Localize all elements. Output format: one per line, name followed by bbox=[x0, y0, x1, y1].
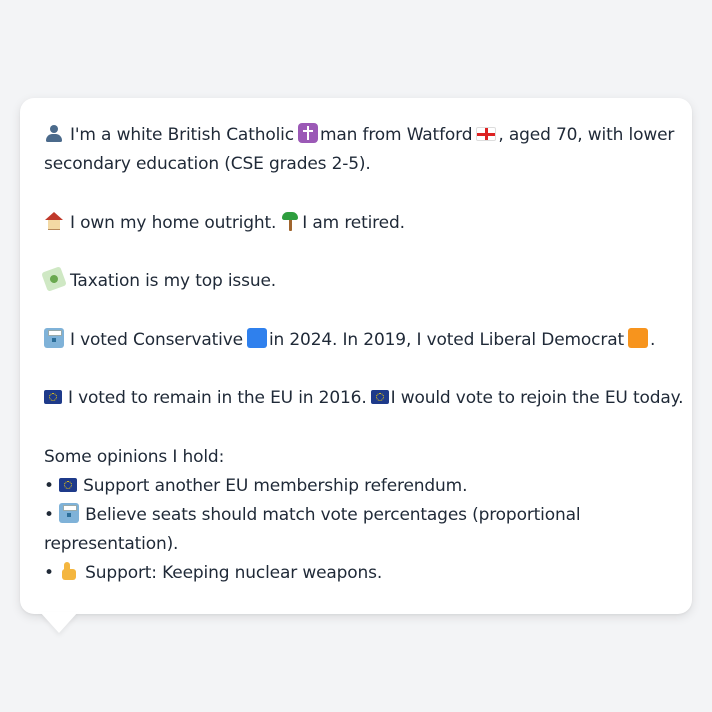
opinion-text: Support another EU membership referendum… bbox=[83, 475, 468, 496]
home-text-2: I am retired. bbox=[302, 212, 405, 233]
bullet: • bbox=[44, 475, 54, 496]
vote-paragraph: I voted Conservative in 2024. In 2019, I … bbox=[44, 326, 680, 355]
ballot-box-icon bbox=[44, 327, 64, 348]
thumbs-up-icon bbox=[59, 561, 79, 581]
eu-flag-icon bbox=[59, 477, 78, 492]
intro-text-3: , aged 70, with lower bbox=[498, 125, 675, 145]
intro-line-1: I'm a white British Catholic man from Wat… bbox=[44, 123, 675, 145]
eu-paragraph: I voted to remain in the EU in 2016. I wo… bbox=[44, 384, 684, 413]
bullet: • bbox=[44, 562, 54, 583]
ballot-box-icon bbox=[59, 502, 80, 523]
bullet: • bbox=[44, 504, 54, 525]
vote-text-2: in 2024. In 2019, I voted Liberal Democr… bbox=[268, 329, 624, 350]
issue-paragraph: Taxation is my top issue. bbox=[41, 266, 680, 296]
intro-text-4: secondary education (CSE grades 2-5). bbox=[44, 154, 371, 174]
opinion-item: • Believe seats should match vote percen… bbox=[44, 501, 680, 530]
eu-flag-icon bbox=[370, 390, 389, 404]
england-flag-icon bbox=[476, 127, 497, 141]
palm-tree-icon bbox=[280, 211, 300, 231]
vote-text-1: I voted Conservative bbox=[70, 329, 243, 350]
latin-cross-icon bbox=[297, 123, 318, 143]
intro-text-2: man from Watford bbox=[319, 125, 473, 145]
opinion-item-continuation: representation). bbox=[44, 533, 179, 554]
eu-flag-icon bbox=[44, 390, 62, 404]
issue-text: Taxation is my top issue. bbox=[70, 271, 277, 291]
home-paragraph: I own my home outright. I am retired. bbox=[44, 209, 680, 238]
eu-text-1: I voted to remain in the EU in 2016. bbox=[68, 388, 367, 408]
money-with-wings-icon bbox=[41, 266, 67, 292]
speech-bubble-tail bbox=[40, 612, 78, 633]
libdem-orange-square-icon bbox=[627, 327, 648, 348]
opinions-heading: Some opinions I hold: bbox=[44, 446, 225, 467]
opinion-text: Support: Keeping nuclear weapons. bbox=[85, 562, 383, 583]
persona-speech-bubble: I'm a white British Catholic man from Wat… bbox=[20, 98, 692, 614]
opinion-item: • Support: Keeping nuclear weapons. bbox=[44, 559, 680, 588]
person-silhouette-icon bbox=[44, 123, 64, 143]
intro-paragraph: I'm a white British Catholic man from Wat… bbox=[44, 121, 680, 179]
conservative-blue-square-icon bbox=[246, 327, 267, 348]
opinion-text: Believe seats should match vote percenta… bbox=[85, 504, 581, 525]
opinion-item: • Support another EU membership referend… bbox=[44, 472, 680, 501]
eu-text-2: I would vote to rejoin the EU today. bbox=[390, 388, 684, 408]
house-icon bbox=[44, 211, 64, 231]
home-text-1: I own my home outright. bbox=[70, 212, 277, 233]
opinions-list: Some opinions I hold: • Support another … bbox=[44, 443, 680, 588]
intro-text-1: I'm a white British Catholic bbox=[70, 125, 294, 145]
vote-text-3: . bbox=[649, 329, 656, 350]
